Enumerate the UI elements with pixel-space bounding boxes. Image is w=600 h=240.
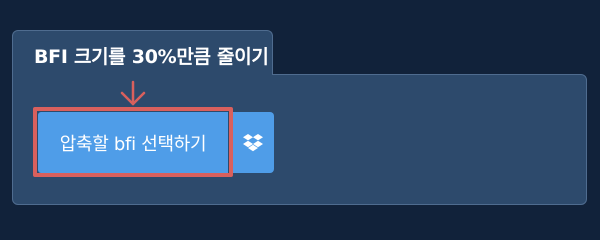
dropbox-icon <box>243 133 263 151</box>
panel-seam <box>13 72 272 78</box>
highlight-box <box>33 107 233 177</box>
dropbox-button[interactable] <box>232 112 274 173</box>
arrow-down-icon <box>120 80 146 106</box>
panel-title: BFI 크기를 30%만큼 줄이기 <box>34 46 269 68</box>
